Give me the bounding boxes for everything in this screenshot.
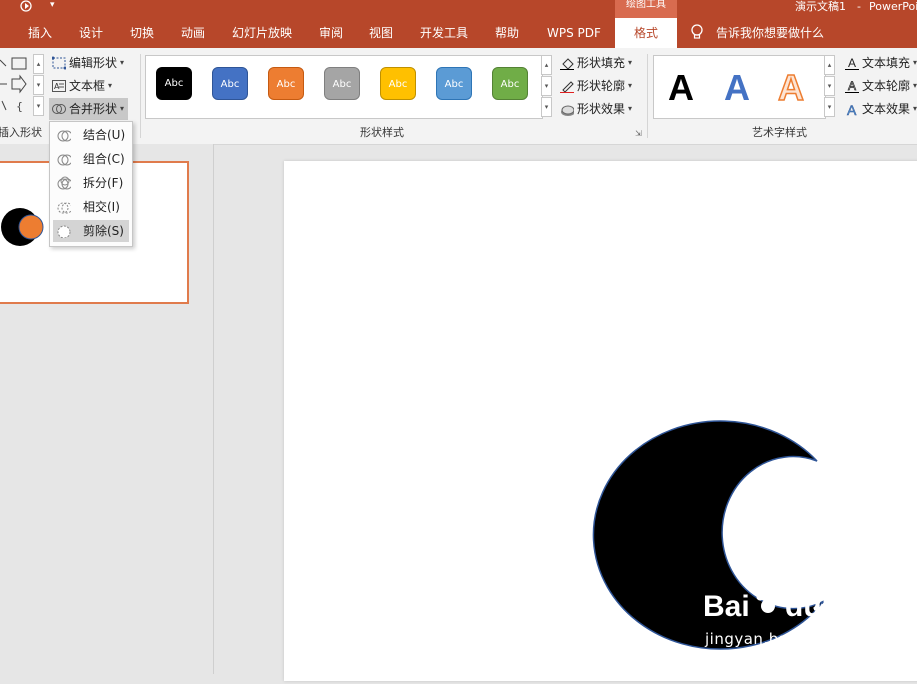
subtract-icon [57,225,71,238]
text-outline-button[interactable]: A 文本轮廓 ▾ [845,76,917,96]
shape-outline-label: 形状轮廓 [577,79,626,93]
wordart-style-black[interactable]: A [668,68,694,108]
app-title: PowerPoint [869,0,917,13]
tab-design[interactable]: 设计 [79,18,103,48]
text-effects-icon: A [847,102,858,116]
merge-shapes-menu: 结合(U) 组合(C) 拆分(F) 相交(I) 剪除(S) [49,121,133,247]
tab-format[interactable]: 格式 [615,18,677,48]
slideshow-from-start-icon[interactable] [20,0,34,15]
shape-styles-scroll-up[interactable]: ▴ [541,55,552,75]
group-separator [140,54,141,138]
tab-view[interactable]: 视图 [369,18,393,48]
shape-styles-group-label: 形状样式 [360,126,404,139]
edit-shape-icon [52,56,66,70]
tab-slideshow[interactable]: 幻灯片放映 [232,18,292,48]
shapes-more[interactable]: ▾ [33,96,44,116]
text-box-icon: A [52,80,66,92]
tab-insert[interactable]: 插入 [28,18,52,48]
pen-outline-icon [560,81,574,93]
svg-text:A: A [848,56,856,70]
wordart-scroll-down[interactable]: ▾ [824,76,835,96]
shape-fill-button[interactable]: 形状填充 ▾ [560,53,632,73]
merge-shapes-button[interactable]: 合并形状 ▾ [49,98,129,120]
tab-transitions[interactable]: 切换 [130,18,154,48]
shape-styles-launcher-icon[interactable]: ⇲ [635,129,642,138]
tell-me-box[interactable]: 告诉我你想要做什么 [690,18,824,48]
tab-developer[interactable]: 开发工具 [420,18,468,48]
menu-item-intersect-label: 相交(I) [83,200,120,214]
tab-review[interactable]: 审阅 [319,18,343,48]
watermark-brand-a: Bai [703,590,750,623]
shape-styles-scroll-down[interactable]: ▾ [541,76,552,96]
text-outline-label: 文本轮廓 [862,79,911,93]
menu-item-combine[interactable]: 组合(C) [53,148,129,170]
tab-wps-pdf[interactable]: WPS PDF [547,18,601,48]
lightbulb-icon [691,24,703,39]
merge-shapes-label: 合并形状 [69,102,118,116]
tell-me-text: 告诉我你想要做什么 [716,26,825,40]
shape-effects-icon [561,105,574,116]
text-fill-label: 文本填充 [862,56,911,70]
shape-style-gray[interactable]: Abc [324,67,360,100]
shapes-scroll-down[interactable]: ▾ [33,75,44,95]
tab-animations[interactable]: 动画 [181,18,205,48]
merge-shapes-icon [52,104,66,114]
menu-item-subtract-label: 剪除(S) [83,224,124,238]
svg-text:{: { [16,100,23,113]
menu-item-intersect[interactable]: 相交(I) [53,196,129,218]
baidu-watermark: Bai du 经验 jingyan.baidu.com [703,589,917,654]
customize-quick-access-icon[interactable]: ▾ [50,0,55,10]
text-fill-icon: A [845,56,859,70]
wordart-style-blue[interactable]: A [724,68,750,108]
shape-style-black[interactable]: Abc [156,67,192,100]
intersect-icon [57,202,71,214]
shape-fill-label: 形状填充 [577,56,626,70]
shapes-scroll-up[interactable]: ▴ [33,54,44,74]
wordart-more[interactable]: ▾ [824,97,835,117]
paint-bucket-icon [560,58,574,70]
shape-style-orange[interactable]: Abc [268,67,304,100]
edit-shape-button[interactable]: 编辑形状 ▾ [52,53,124,73]
shape-effects-button[interactable]: 形状效果 ▾ [560,99,632,119]
svg-text:A: A [848,79,856,93]
tab-help[interactable]: 帮助 [495,18,519,48]
combine-icon [57,154,71,166]
shape-outline-button[interactable]: 形状轮廓 ▾ [560,76,632,96]
svg-text:A: A [847,102,857,116]
context-group-drawing-tools: 绘图工具 [615,0,677,18]
fragment-icon [57,176,71,190]
title-separator: - [857,0,861,13]
text-outline-icon: A [845,79,859,93]
title-bar: ▾ 绘图工具 演示文稿1 - PowerPoint [0,0,917,18]
text-fill-button[interactable]: A 文本填充 ▾ [845,53,917,73]
shape-effects-label: 形状效果 [577,102,626,116]
union-icon [57,130,71,142]
menu-item-fragment[interactable]: 拆分(F) [53,172,129,194]
wordart-styles-group-label: 艺术字样式 [752,126,807,139]
menu-item-combine-label: 组合(C) [83,152,125,166]
paw-icon [756,589,782,613]
shape-style-lightblue[interactable]: Abc [436,67,472,100]
group-separator [647,54,648,138]
wordart-style-orange-outline[interactable]: A [777,67,805,109]
shape-style-gold[interactable]: Abc [380,67,416,100]
menu-item-subtract[interactable]: 剪除(S) [53,220,129,242]
wordart-scroll-up[interactable]: ▴ [824,55,835,75]
text-effects-button[interactable]: A 文本效果 ▾ [845,99,917,119]
insert-shapes-group-label: 插入形状 [0,126,42,139]
shape-style-green[interactable]: Abc [492,67,528,100]
shape-styles-more[interactable]: ▾ [541,97,552,117]
text-effects-label: 文本效果 [862,102,911,116]
text-box-label: 文本框 [69,79,106,93]
watermark-url: jingyan.baidu.com [705,630,852,648]
shape-style-blue[interactable]: Abc [212,67,248,100]
menu-item-union-label: 结合(U) [83,128,126,142]
watermark-brand-cn: 经验 [813,598,866,628]
edit-shape-label: 编辑形状 [69,56,118,70]
text-box-button[interactable]: A 文本框 ▾ [52,76,112,96]
menu-item-union[interactable]: 结合(U) [53,124,129,146]
menu-item-fragment-label: 拆分(F) [83,176,124,190]
document-title: 演示文稿1 [795,0,846,13]
